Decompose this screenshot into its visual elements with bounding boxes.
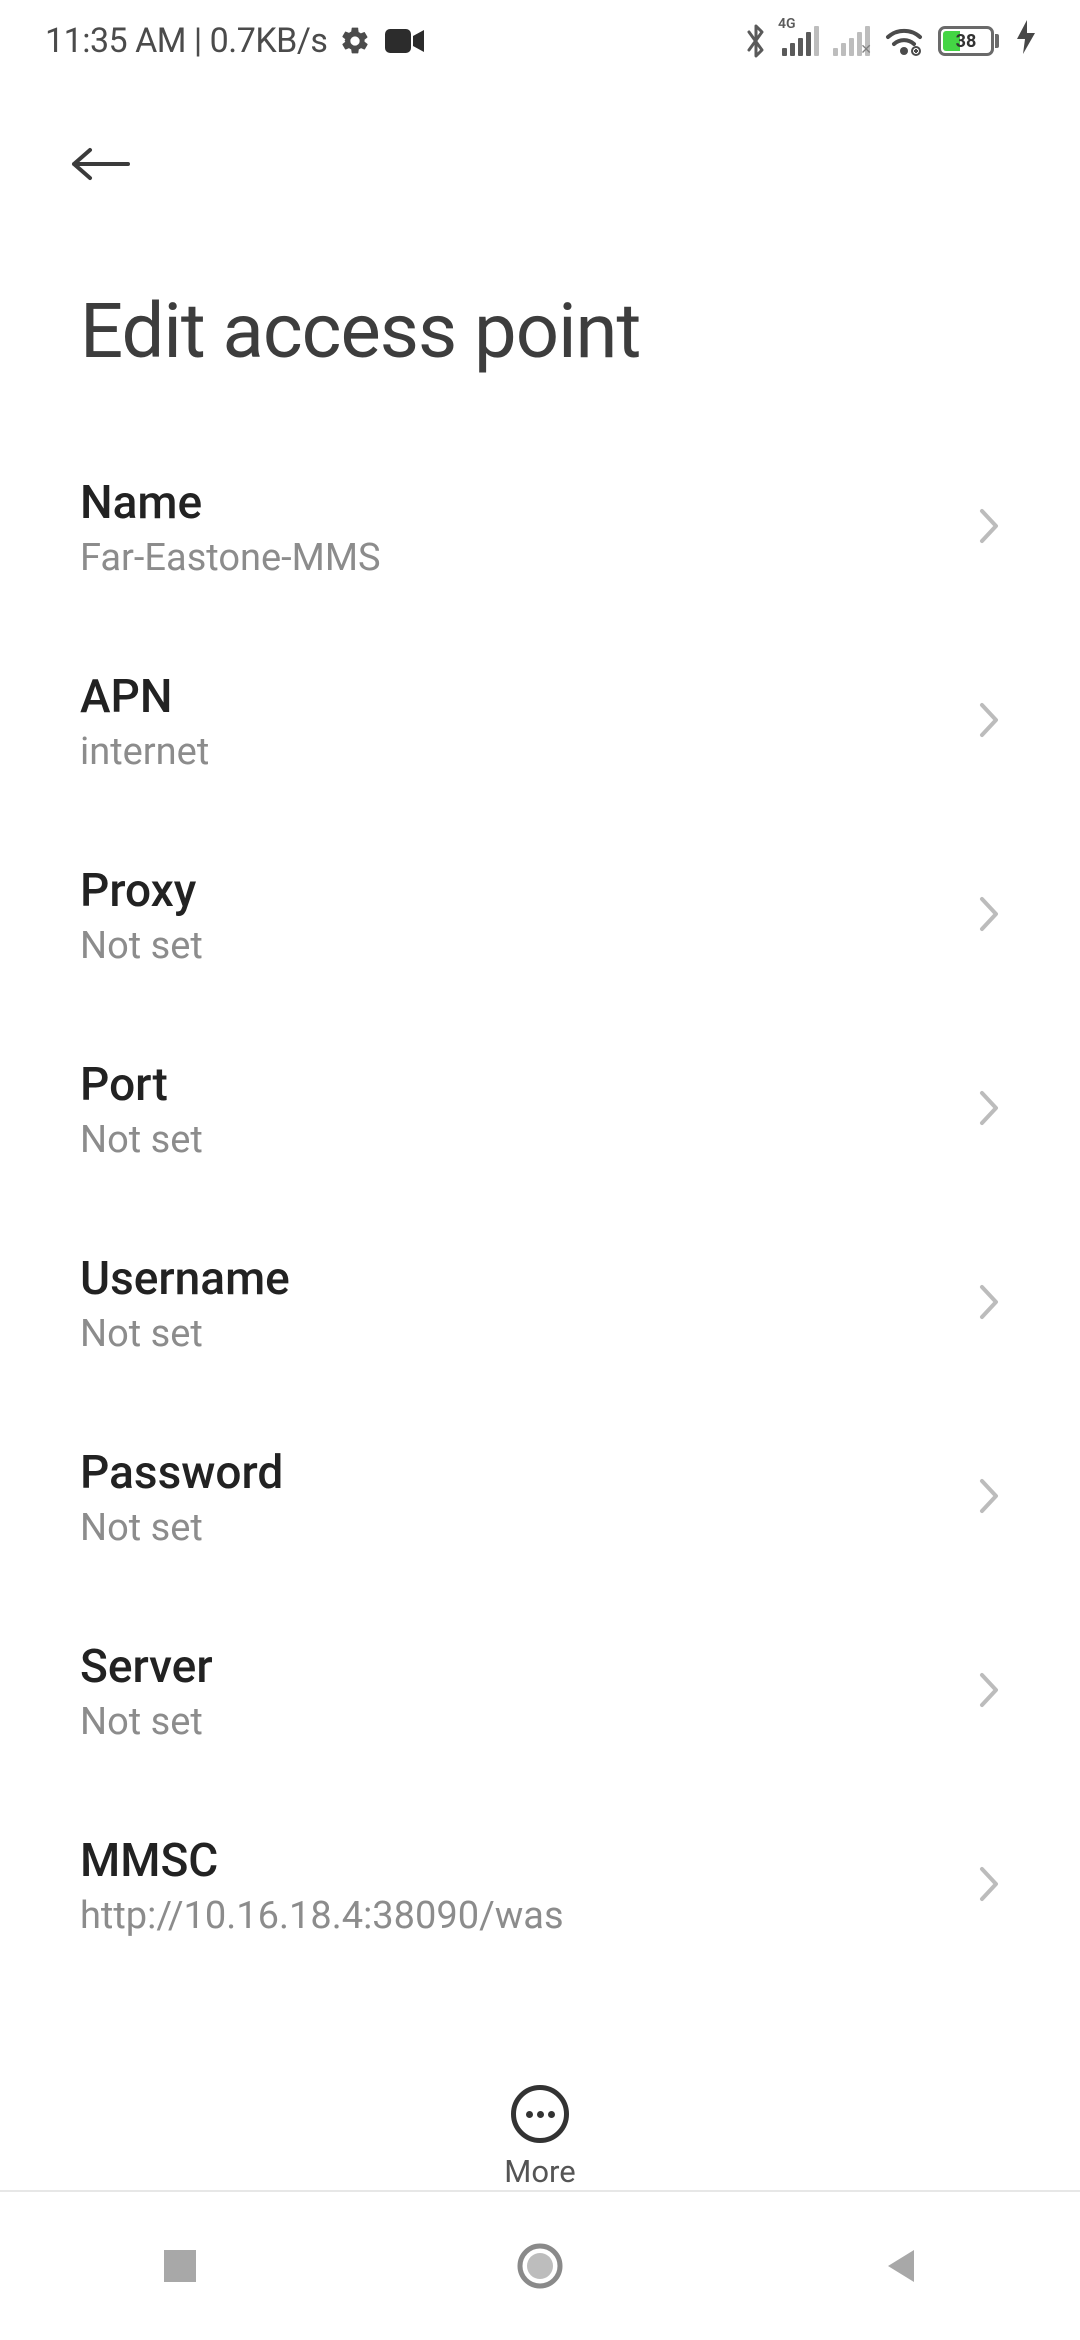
signal-2: ✕ (833, 26, 870, 56)
charging-bolt-icon (1017, 20, 1035, 62)
back-button[interactable] (68, 132, 132, 196)
chevron-right-icon (978, 895, 1000, 937)
chevron-right-icon (978, 507, 1000, 549)
row-port[interactable]: Port Not set (80, 1008, 1000, 1202)
bluetooth-icon (744, 22, 768, 60)
chevron-right-icon (978, 1477, 1000, 1519)
gear-icon (337, 23, 373, 59)
row-server[interactable]: Server Not set (80, 1590, 1000, 1784)
battery-indicator: 38 (938, 26, 999, 56)
battery-percent: 38 (941, 31, 991, 52)
row-value: http://10.16.18.4:38090/was (80, 1894, 564, 1938)
page-title: Edit access point (0, 196, 1080, 426)
row-label: MMSC (80, 1834, 564, 1888)
row-value: Not set (80, 924, 203, 968)
row-username[interactable]: Username Not set (80, 1202, 1000, 1396)
chevron-right-icon (978, 1865, 1000, 1907)
row-value: Far-Eastone-MMS (80, 536, 381, 580)
more-label: More (504, 2153, 575, 2190)
square-icon (162, 2248, 198, 2284)
row-mmsc[interactable]: MMSC http://10.16.18.4:38090/was (80, 1784, 1000, 1970)
status-bar: 11:35 AM | 0.7KB/s 4G ✕ (0, 0, 1080, 72)
row-value: internet (80, 730, 209, 774)
row-label: Port (80, 1058, 203, 1112)
action-bar: More (0, 2085, 1080, 2190)
chevron-right-icon (978, 1089, 1000, 1131)
signal-1: 4G (782, 26, 819, 56)
video-camera-icon (383, 24, 427, 58)
row-label: Username (80, 1252, 290, 1306)
row-value: Not set (80, 1118, 203, 1162)
row-name[interactable]: Name Far-Eastone-MMS (80, 426, 1000, 620)
row-label: APN (80, 670, 209, 724)
more-button[interactable]: More (504, 2085, 575, 2190)
row-password[interactable]: Password Not set (80, 1396, 1000, 1590)
more-icon (511, 2085, 569, 2143)
row-apn[interactable]: APN internet (80, 620, 1000, 814)
row-label: Name (80, 476, 381, 530)
row-proxy[interactable]: Proxy Not set (80, 814, 1000, 1008)
nav-recents-button[interactable] (80, 2226, 280, 2306)
nav-home-button[interactable] (440, 2226, 640, 2306)
row-value: Not set (80, 1700, 213, 1744)
circle-icon (516, 2242, 564, 2290)
nav-back-button[interactable] (800, 2226, 1000, 2306)
arrow-left-icon (68, 144, 132, 184)
triangle-left-icon (882, 2246, 918, 2286)
wifi-icon (884, 25, 924, 57)
row-value: Not set (80, 1506, 283, 1550)
chevron-right-icon (978, 1283, 1000, 1325)
row-label: Proxy (80, 864, 203, 918)
navigation-bar (0, 2190, 1080, 2340)
signal-1-tech: 4G (778, 16, 796, 32)
status-time-net: 11:35 AM | 0.7KB/s (45, 21, 327, 61)
row-value: Not set (80, 1312, 290, 1356)
signal-2-x-icon: ✕ (860, 42, 872, 58)
row-label: Password (80, 1446, 283, 1500)
chevron-right-icon (978, 701, 1000, 743)
row-label: Server (80, 1640, 213, 1694)
settings-list: Name Far-Eastone-MMS APN internet Proxy … (0, 426, 1080, 1970)
chevron-right-icon (978, 1671, 1000, 1713)
